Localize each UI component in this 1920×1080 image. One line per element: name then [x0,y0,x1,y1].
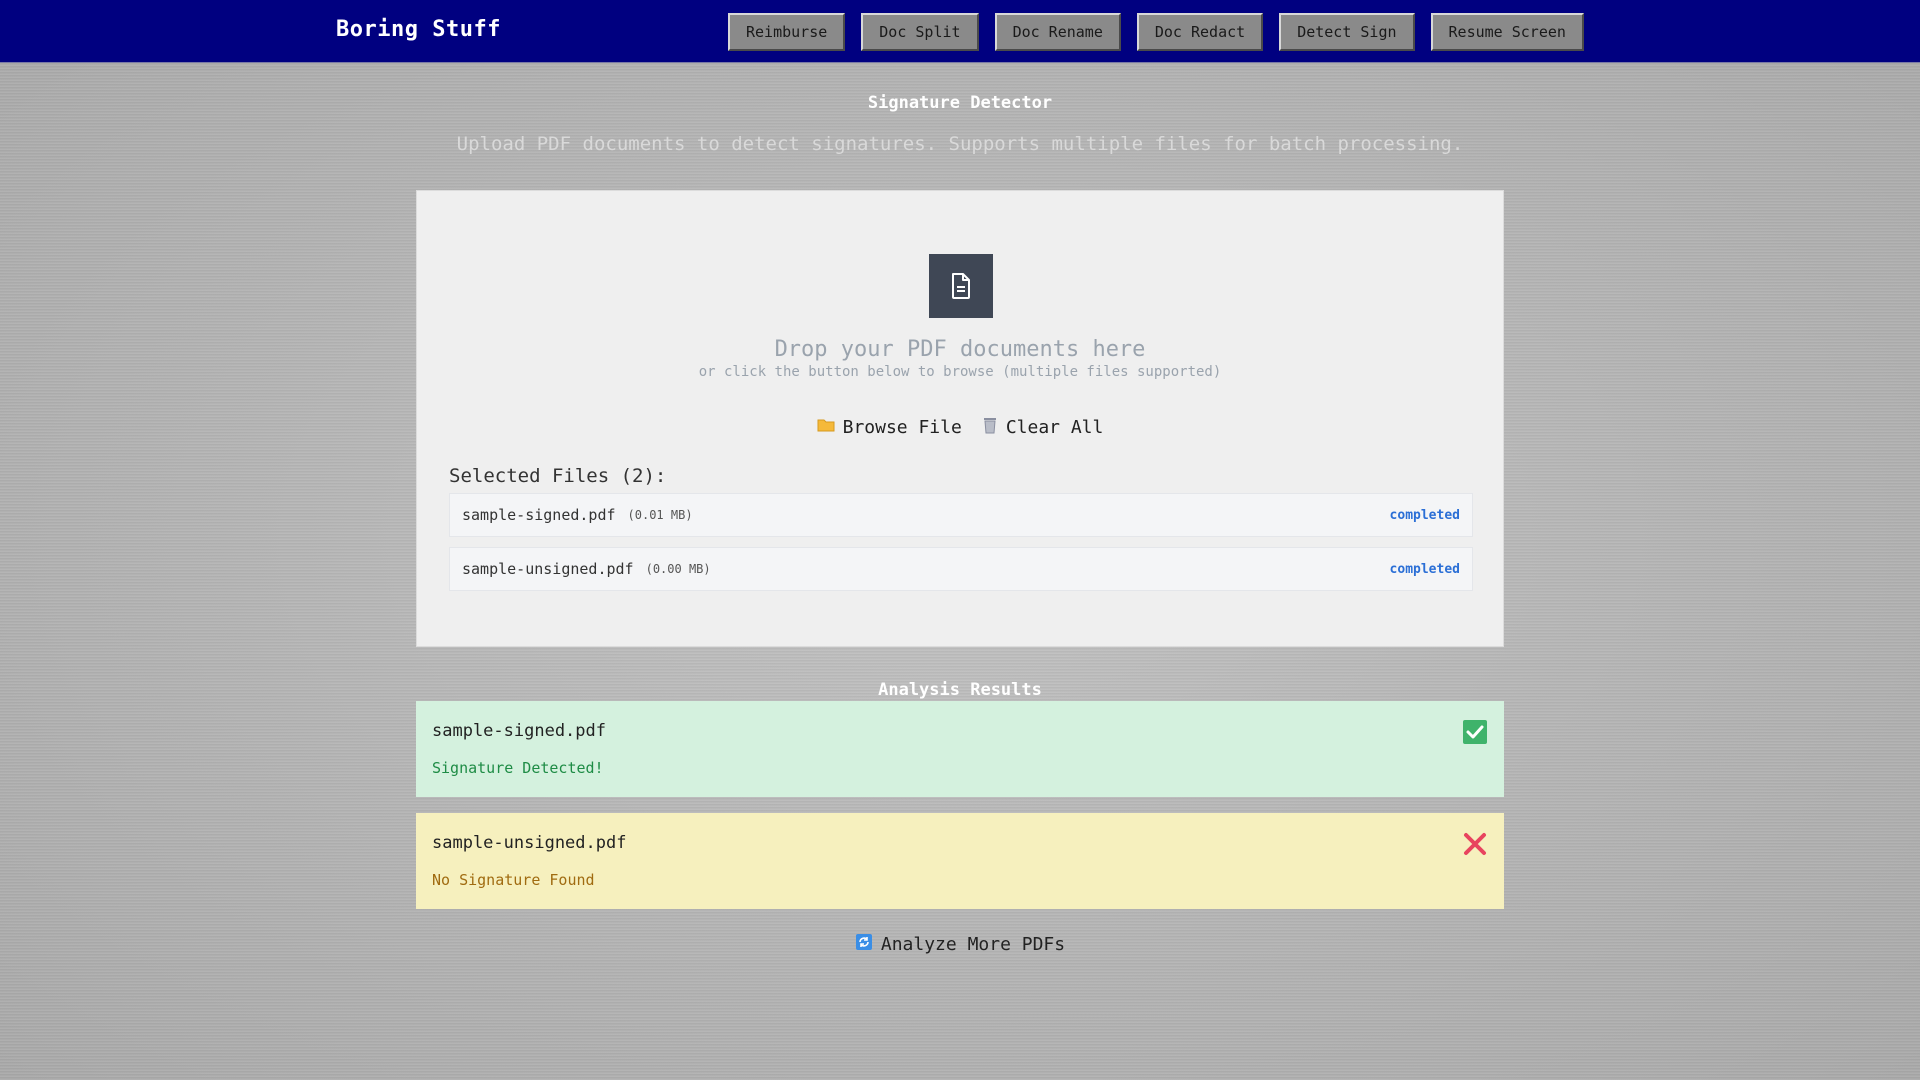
nav-bar: Reimburse Doc Split Doc Rename Doc Redac… [728,13,1584,51]
clear-all-button[interactable]: Clear All [982,416,1104,439]
result-file-name: sample-signed.pdf [432,721,606,741]
check-icon [1462,719,1488,745]
nav-doc-rename-button[interactable]: Doc Rename [994,13,1121,51]
trash-icon [982,416,998,439]
file-name: sample-unsigned.pdf [462,560,634,578]
upload-actions: Browse File Clear All [417,416,1503,439]
drop-subtitle: or click the button below to browse (mul… [698,364,1222,380]
nav-reimburse-button[interactable]: Reimburse [728,13,846,51]
file-row: sample-unsigned.pdf (0.00 MB) completed [449,547,1473,591]
upload-dropzone[interactable]: Drop your PDF documents here or click th… [416,190,1504,647]
file-size: (0.01 MB) [627,508,693,522]
selected-files-title: Selected Files (2): [449,465,667,487]
result-message: No Signature Found [432,871,595,889]
document-icon [929,254,993,318]
analyze-more-button[interactable]: Analyze More PDFs [0,933,1920,956]
analyze-more-label: Analyze More PDFs [880,934,1066,955]
top-navbar: Boring Stuff Reimburse Doc Split Doc Ren… [0,0,1920,63]
clear-all-label: Clear All [1005,417,1104,438]
browse-file-label: Browse File [842,417,962,438]
result-card-signed: sample-signed.pdf Signature Detected! [416,701,1504,797]
page-subtitle: Upload PDF documents to detect signature… [456,133,1464,155]
result-message: Signature Detected! [432,759,604,777]
folder-icon [817,417,835,438]
nav-resume-screen-button[interactable]: Resume Screen [1430,13,1584,51]
nav-doc-redact-button[interactable]: Doc Redact [1136,13,1264,51]
nav-detect-sign-button[interactable]: Detect Sign [1279,13,1415,51]
page-title: Signature Detector [867,93,1053,113]
drop-title: Drop your PDF documents here [774,337,1146,362]
result-card-unsigned: sample-unsigned.pdf No Signature Found [416,813,1504,909]
file-status: completed [1389,561,1460,577]
cross-icon [1462,831,1488,857]
results-title: Analysis Results [878,680,1042,700]
result-file-name: sample-unsigned.pdf [432,833,627,853]
browse-file-button[interactable]: Browse File [817,416,962,439]
file-status: completed [1389,507,1460,523]
brand-logo-text[interactable]: Boring Stuff [336,17,501,42]
nav-doc-split-button[interactable]: Doc Split [861,13,979,51]
file-name: sample-signed.pdf [462,506,616,524]
file-size: (0.00 MB) [645,562,711,576]
file-row: sample-signed.pdf (0.01 MB) completed [449,493,1473,537]
refresh-icon [855,933,873,956]
